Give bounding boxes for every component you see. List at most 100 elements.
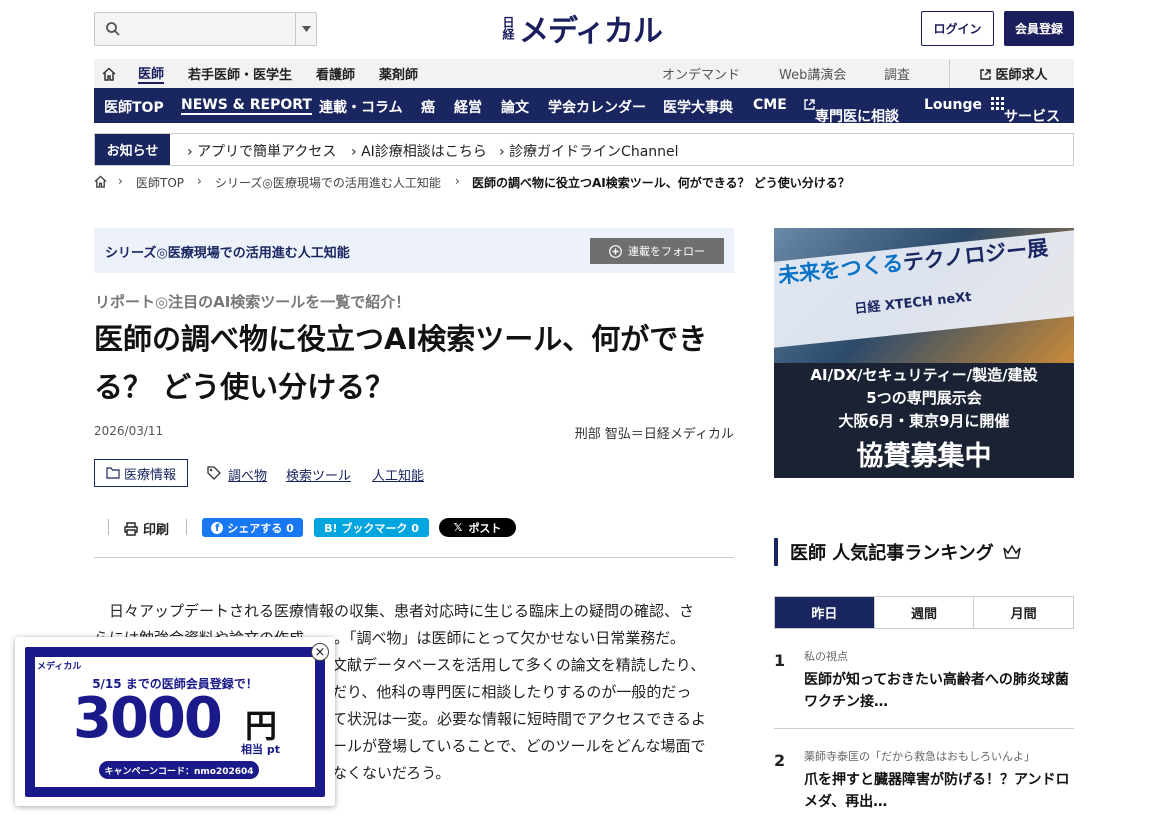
- share-divider: [108, 519, 109, 535]
- nav-main-dictionary[interactable]: 医学大事典: [663, 97, 733, 117]
- register-button[interactable]: 会員登録: [1004, 11, 1074, 46]
- tag-link[interactable]: 人工知能: [372, 465, 424, 484]
- campaign-unit-sub: 相当 pt: [241, 743, 280, 756]
- ranking-heading: 医師 人気記事ランキング: [774, 538, 1022, 566]
- campaign-inner: メディカル 5/15 までの医師会員登録で！ 3000 円 相当 pt キャンペ…: [35, 657, 315, 787]
- logo-nikkei: 日経: [500, 16, 515, 40]
- facebook-share-label: シェアする 0: [227, 521, 294, 535]
- print-button[interactable]: 印刷: [124, 519, 169, 538]
- follow-series-button[interactable]: 連載をフォロー: [590, 238, 724, 264]
- nav-main-papers[interactable]: 論文: [501, 97, 529, 117]
- breadcrumb-sep: ›: [197, 174, 202, 188]
- facebook-icon: f: [211, 521, 224, 534]
- breadcrumb-doctor-top[interactable]: 医師TOP: [136, 174, 184, 191]
- nav-main-cme[interactable]: CME: [753, 97, 787, 113]
- article-kicker: リポート◎注目のAI検索ツールを一覧で紹介！: [95, 293, 411, 311]
- hatena-bookmark-button[interactable]: B! ブックマーク 0: [314, 518, 429, 537]
- nav-audience: 医師 若手医師・医学生 看護師 薬剤師 オンデマンド Web講演会 調査 医師求…: [94, 59, 1074, 88]
- nav-main: 医師TOP NEWS & REPORT 連載・コラム 癌 経営 論文 学会カレン…: [94, 88, 1074, 125]
- site-logo[interactable]: 日経 メディカル: [500, 10, 663, 49]
- nav-main-services[interactable]: サービス: [991, 97, 1060, 125]
- search-box[interactable]: [94, 12, 317, 46]
- share-divider: [186, 519, 187, 535]
- series-title[interactable]: シリーズ◎医療現場での活用進む人工知能: [105, 242, 350, 261]
- tab-monthly[interactable]: 月間: [973, 597, 1073, 628]
- notice-link-guideline[interactable]: › 診療ガイドラインChannel: [499, 141, 679, 161]
- close-icon[interactable]: ×: [311, 643, 329, 661]
- article-author: 刑部 智弘＝日経メディカル: [574, 427, 734, 442]
- ad-line: 5つの専門展示会: [866, 389, 982, 407]
- print-label: 印刷: [143, 523, 170, 538]
- home-icon[interactable]: [102, 66, 116, 81]
- nav-item-web-lecture[interactable]: Web講演会: [779, 64, 846, 83]
- article-divider: [94, 557, 734, 558]
- nav-main-calendar[interactable]: 学会カレンダー: [548, 97, 646, 117]
- article-date: 2026/03/11: [94, 424, 164, 438]
- ranking-category: 薬師寺泰匡の「だから救急はおもしろいんよ」: [804, 750, 1035, 763]
- breadcrumb-series[interactable]: シリーズ◎医療現場での活用進む人工知能: [215, 174, 441, 191]
- home-icon[interactable]: [94, 175, 107, 188]
- nav-item-pharmacist[interactable]: 薬剤師: [379, 64, 418, 83]
- folder-icon: [106, 467, 120, 479]
- nav-divider: [949, 59, 950, 88]
- notice-label: お知らせ: [95, 134, 170, 165]
- tag-icon: [207, 466, 221, 480]
- login-button[interactable]: ログイン: [921, 11, 994, 46]
- nav-main-lounge[interactable]: Lounge: [924, 97, 982, 113]
- facebook-share-button[interactable]: f シェアする 0: [202, 518, 303, 537]
- ad-line: 協賛募集中: [856, 441, 992, 472]
- nav-main-management[interactable]: 経営: [454, 97, 482, 117]
- nav-item-ondemand[interactable]: オンデマンド: [662, 64, 740, 83]
- nav-item-survey[interactable]: 調査: [884, 64, 910, 83]
- external-link-icon: [804, 99, 815, 110]
- breadcrumb-sep: ›: [455, 174, 460, 188]
- ranking-title-link[interactable]: 爪を押すと臓器障害が防げる！？アンドロメダ、再出…: [804, 769, 1074, 813]
- nav-main-news[interactable]: NEWS & REPORT: [181, 97, 312, 115]
- ranking-title: 医師 人気記事ランキング: [790, 543, 994, 564]
- ranking-number: 2: [774, 751, 786, 770]
- campaign-code: キャンペーンコード：nmo202604: [99, 761, 259, 779]
- tag-link[interactable]: 検索ツール: [286, 465, 351, 484]
- nav-item-jobs[interactable]: 医師求人: [980, 64, 1048, 83]
- follow-series-label: 連載をフォロー: [628, 245, 705, 258]
- category-badge[interactable]: 医療情報: [94, 459, 188, 487]
- notice-link-guideline-text: 診療ガイドラインChannel: [509, 144, 679, 160]
- chevron-down-icon: [301, 26, 311, 32]
- ranking-title-link[interactable]: 医師が知っておきたい高齢者への肺炎球菌ワクチン接…: [804, 669, 1074, 713]
- notice-link-ai[interactable]: › AI診療相談はこちら: [351, 141, 487, 161]
- nav-item-nurse[interactable]: 看護師: [316, 64, 355, 83]
- tag-link[interactable]: 調べ物: [228, 465, 267, 484]
- breadcrumb-sep: ›: [118, 174, 123, 188]
- article-title: 医師の調べ物に役立つAI検索ツール、何ができる？ どう使い分ける？: [94, 322, 708, 404]
- nav-main-consult[interactable]: 専門医に相談: [804, 97, 899, 125]
- nav-item-doctor[interactable]: 医師: [138, 63, 165, 84]
- search-input[interactable]: [127, 17, 292, 41]
- campaign-popup[interactable]: メディカル 5/15 までの医師会員登録で！ 3000 円 相当 pt キャンペ…: [15, 637, 335, 806]
- grid-icon: [991, 97, 1004, 110]
- nav-item-young-doctor[interactable]: 若手医師・医学生: [188, 64, 292, 83]
- nav-main-series[interactable]: 連載・コラム: [319, 97, 403, 117]
- ad-banner[interactable]: 未来をつくるテクノロジー展 日経 XTECH neXt AI/DX/セキュリティ…: [774, 228, 1074, 478]
- ranking-item[interactable]: 2 薬師寺泰匡の「だから救急はおもしろいんよ」 爪を押すと臓器障害が防げる！？ア…: [774, 746, 1074, 816]
- notice-link-app-text: アプリで簡単アクセス: [197, 144, 337, 160]
- nav-jobs-label: 医師求人: [995, 68, 1048, 83]
- x-post-label: ポスト: [468, 521, 502, 535]
- x-post-button[interactable]: 𝕏 ポスト: [439, 518, 516, 537]
- ranking-category: 私の視点: [804, 650, 848, 663]
- tab-yesterday[interactable]: 昨日: [775, 597, 874, 628]
- ranking-item[interactable]: 1 私の視点 医師が知っておきたい高齢者への肺炎球菌ワクチン接…: [774, 645, 1074, 729]
- nav-main-cancer[interactable]: 癌: [421, 97, 435, 117]
- notice-bar: お知らせ › アプリで簡単アクセス › AI診療相談はこちら › 診療ガイドライ…: [94, 133, 1074, 166]
- campaign-card[interactable]: メディカル 5/15 までの医師会員登録で！ 3000 円 相当 pt キャンペ…: [25, 647, 325, 797]
- tab-weekly[interactable]: 週間: [873, 597, 974, 628]
- external-link-icon: [980, 69, 991, 80]
- search-dropdown-button[interactable]: [295, 13, 316, 45]
- logo-small-text: 日経: [501, 16, 515, 40]
- search-icon: [106, 22, 120, 36]
- ranking-number: 1: [774, 651, 786, 670]
- notice-link-app[interactable]: › アプリで簡単アクセス: [187, 141, 336, 161]
- x-icon: 𝕏: [453, 521, 463, 534]
- campaign-logo: メディカル: [37, 662, 82, 672]
- nav-main-doctor-top[interactable]: 医師TOP: [104, 97, 164, 117]
- body-line: 日々アップデートされる医療情報の収集、患者対応時に生じる臨床上の疑問の確認、さ: [109, 602, 695, 620]
